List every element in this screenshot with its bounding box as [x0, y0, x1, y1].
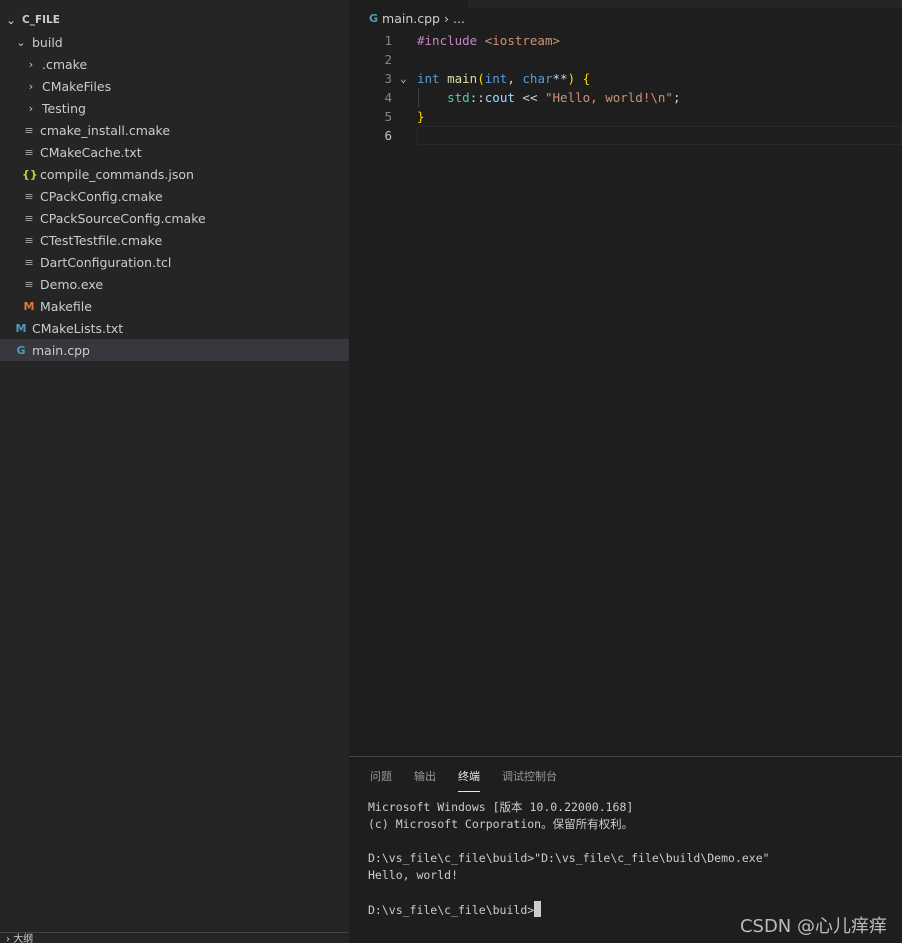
tree-item-label: Testing: [42, 100, 86, 116]
tree-item-label: CTestTestfile.cmake: [40, 232, 163, 248]
tree-item[interactable]: › Testing: [0, 97, 349, 119]
tree-item-label: CPackConfig.cmake: [40, 188, 163, 204]
terminal[interactable]: Microsoft Windows [版本 10.0.22000.168] (c)…: [368, 799, 770, 918]
tree-item-label: CMakeCache.txt: [40, 144, 142, 160]
line-number: 3: [384, 71, 392, 86]
tab-output[interactable]: 输出: [414, 768, 436, 792]
code-editor[interactable]: 1 #include <iostream> 2 3 ⌄ int main(int, cha…: [350, 31, 902, 145]
breadcrumb: G main.cpp › ...: [369, 11, 465, 26]
tree-item[interactable]: ≡ Demo.exe: [0, 273, 349, 295]
tree-item-label: DartConfiguration.tcl: [40, 254, 172, 270]
tree-item-label: Makefile: [40, 298, 92, 314]
tree-item[interactable]: › CMakeFiles: [0, 75, 349, 97]
code-line[interactable]: 3 ⌄ int main(int, char**) {: [350, 69, 902, 88]
tree-item-label: CMakeLists.txt: [32, 320, 124, 336]
terminal-line: Microsoft Windows [版本 10.0.22000.168]: [368, 800, 634, 814]
code-line[interactable]: 4 std::cout << "Hello, world!\n";: [350, 88, 902, 107]
tree-item[interactable]: Gmain.cpp: [0, 339, 349, 361]
tree-item[interactable]: M CMakeLists.txt: [0, 317, 349, 339]
tree-item-label: Demo.exe: [40, 276, 104, 292]
explorer-sidebar: ⌄ C_FILE ⌄ build › .cmake › CMakeFiles › Testing…: [0, 0, 349, 943]
current-line-highlight: [417, 126, 902, 145]
tree-item-label: main.cpp: [32, 342, 90, 358]
tree-item[interactable]: ≡ cmake_install.cmake: [0, 119, 349, 141]
tree-item-label: compile_commands.json: [40, 166, 194, 182]
outline-label: 大纲: [13, 934, 34, 943]
tree-item[interactable]: ≡ CPackConfig.cmake: [0, 185, 349, 207]
chevron-down-icon: ⌄: [16, 35, 26, 49]
watermark: CSDN @心儿痒痒: [739, 916, 887, 937]
code-text: std::cout << "Hello, world!\n";: [447, 90, 681, 105]
tree-item-label: .cmake: [42, 56, 88, 72]
tree-item-label: CMakeFiles: [42, 78, 112, 94]
tab-problems[interactable]: 问题: [370, 768, 392, 792]
lines-file-icon: ≡: [24, 189, 34, 203]
line-number: 6: [384, 128, 392, 143]
tree-item-label: cmake_install.cmake: [40, 122, 171, 138]
tab-terminal[interactable]: 终端: [458, 768, 480, 792]
code-line[interactable]: 1 #include <iostream>: [350, 31, 902, 50]
tree-item[interactable]: ≡ CMakeCache.txt: [0, 141, 349, 163]
line-number: 4: [384, 90, 392, 105]
terminal-line: D:\vs_file\c_file\build>: [368, 901, 770, 918]
chevron-right-icon: ›: [443, 11, 449, 26]
tree-item[interactable]: M Makefile: [0, 295, 349, 317]
code-text: int main(int, char**) {: [417, 71, 591, 86]
tree-item[interactable]: ≡ CPackSourceConfig.cmake: [0, 207, 349, 229]
lines-file-icon: ≡: [24, 255, 34, 269]
tree-item[interactable]: {} compile_commands.json: [0, 163, 349, 185]
line-number: 2: [384, 52, 392, 67]
terminal-line: D:\vs_file\c_file\build>"D:\vs_file\c_fi…: [368, 851, 770, 865]
fold-chevron-icon[interactable]: ⌄: [400, 69, 407, 88]
lines-file-icon: ≡: [24, 211, 34, 225]
terminal-line: Hello, world!: [368, 868, 459, 882]
chevron-down-icon: ⌄: [6, 13, 16, 27]
cpp-file-icon: G: [16, 343, 26, 357]
terminal-line: (c) Microsoft Corporation。保留所有权利。: [368, 817, 634, 831]
code-line[interactable]: 5}: [350, 107, 902, 126]
makefile-icon: M: [23, 299, 35, 313]
tree-item-label: CPackSourceConfig.cmake: [40, 210, 206, 226]
tree-item[interactable]: ≡ CTestTestfile.cmake: [0, 229, 349, 251]
breadcrumb-more[interactable]: ...: [453, 11, 465, 26]
explorer-root-header[interactable]: ⌄ C_FILE: [0, 9, 349, 31]
tree-item-label: build: [32, 34, 63, 50]
terminal-cursor: [534, 901, 542, 917]
lines-file-icon: ≡: [24, 145, 34, 159]
tree-item[interactable]: › .cmake: [0, 53, 349, 75]
tree-item[interactable]: ≡ DartConfiguration.tcl: [0, 251, 349, 273]
chevron-right-icon: ›: [28, 57, 34, 71]
breadcrumb-file[interactable]: main.cpp: [382, 11, 440, 26]
chevron-right-icon: ›: [28, 101, 34, 115]
code-text: #include <iostream>: [417, 33, 561, 48]
code-line[interactable]: 6: [350, 126, 902, 145]
lines-file-icon: ≡: [24, 123, 34, 137]
cpp-file-icon: G: [369, 12, 379, 25]
root-label: C_FILE: [22, 14, 60, 26]
json-braces-icon: {}: [22, 167, 38, 181]
tree-item[interactable]: ⌄ build: [0, 31, 349, 53]
line-number: 5: [384, 109, 392, 124]
cmake-icon: M: [15, 321, 27, 335]
lines-file-icon: ≡: [24, 233, 34, 247]
outline-section-header[interactable]: › 大纲: [0, 932, 349, 943]
code-text: }: [417, 109, 425, 124]
line-number: 1: [384, 33, 392, 48]
tab-debug-console[interactable]: 调试控制台: [502, 768, 557, 792]
code-line[interactable]: 2: [350, 50, 902, 69]
editor-tab-bar: [468, 0, 902, 8]
chevron-right-icon: ›: [28, 79, 34, 93]
lines-file-icon: ≡: [24, 277, 34, 291]
